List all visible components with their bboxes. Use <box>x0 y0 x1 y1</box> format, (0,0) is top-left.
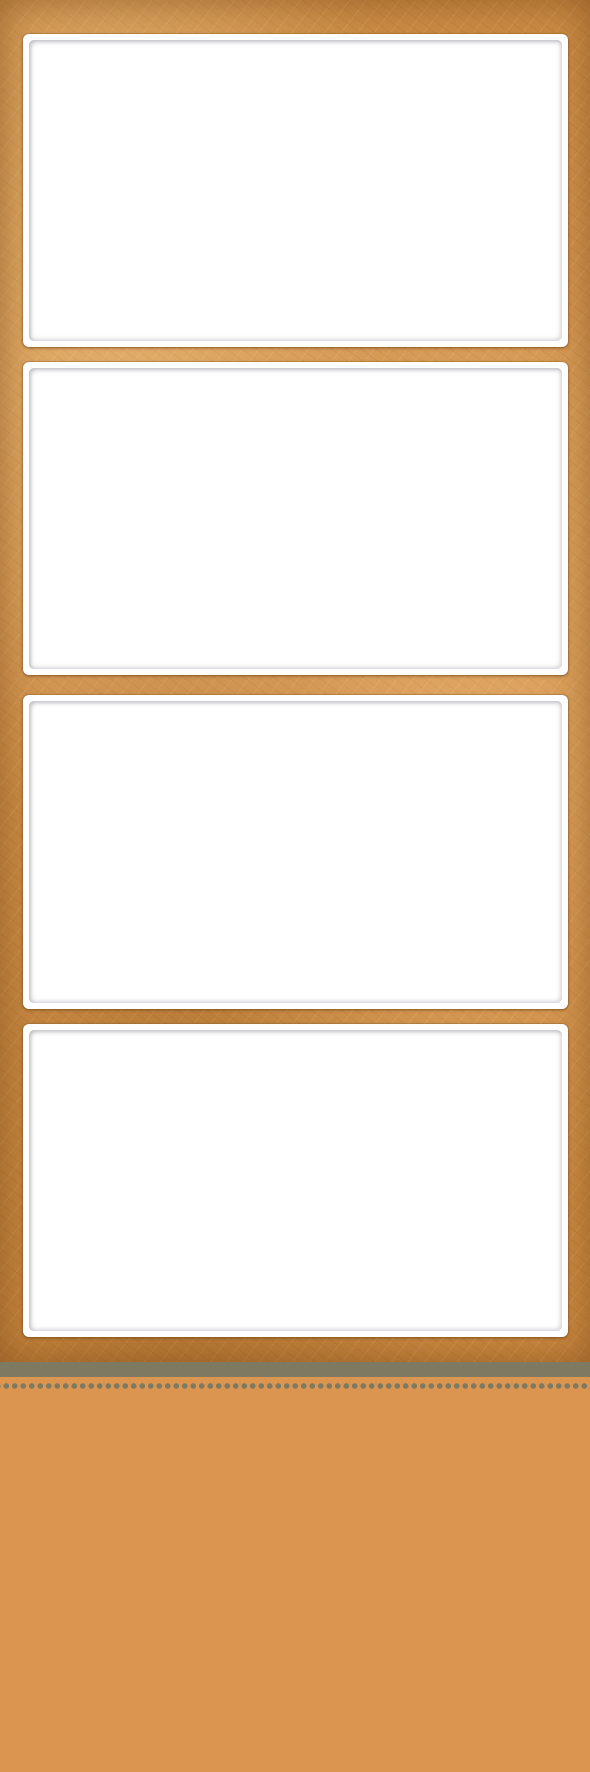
photo-frame-4 <box>23 1024 568 1337</box>
textured-photo-strip <box>0 0 590 1362</box>
photo-slot-3 <box>29 701 562 1003</box>
photo-slot-4 <box>29 1030 562 1331</box>
photo-frame-2 <box>23 362 568 675</box>
footer-area <box>0 1377 590 1772</box>
dotted-border <box>0 1382 590 1390</box>
divider-band <box>0 1362 590 1377</box>
photo-slot-1 <box>29 40 562 341</box>
photo-frame-3 <box>23 695 568 1009</box>
photo-strip-page: { "layout": { "background_color": "#c98a… <box>0 0 590 1772</box>
photo-slot-2 <box>29 368 562 669</box>
photo-frame-1 <box>23 34 568 347</box>
